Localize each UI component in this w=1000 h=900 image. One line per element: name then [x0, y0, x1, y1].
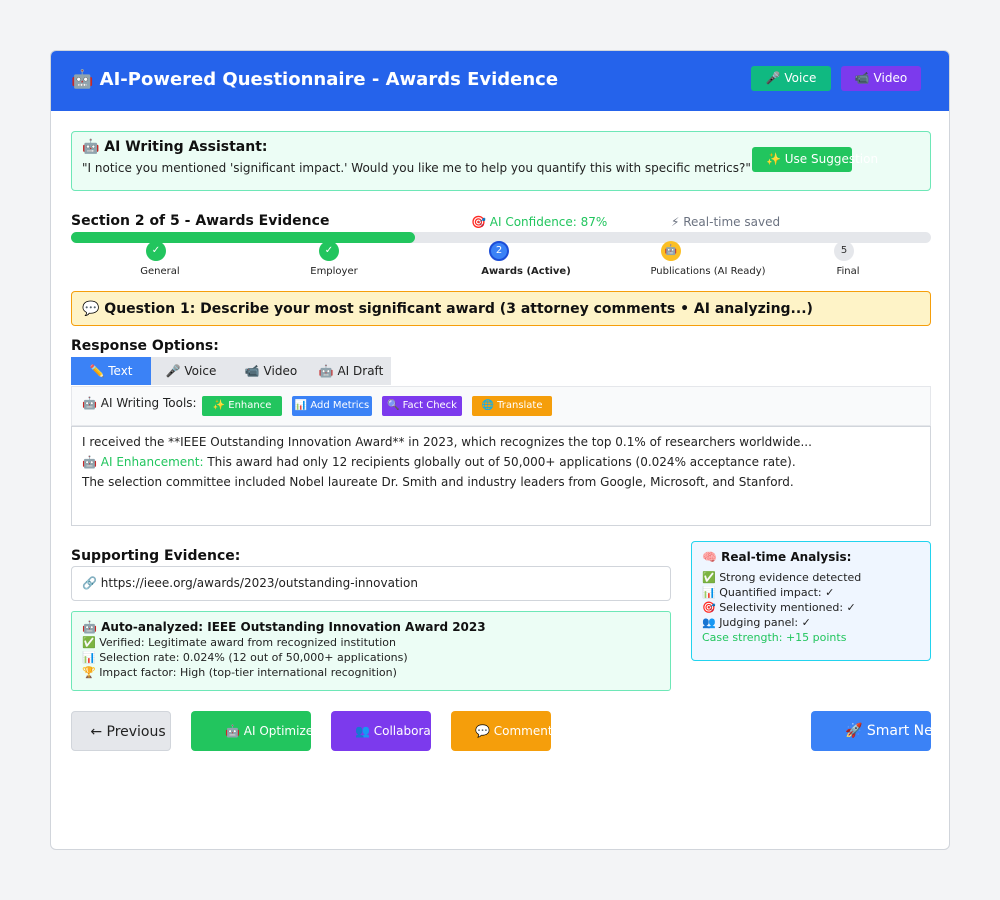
auto-analysis-title: 🤖 Auto-analyzed: IEEE Outstanding Innova… [82, 620, 486, 634]
collaborate-button[interactable]: 👥 Collaborate [331, 711, 431, 751]
step-publications-label: Publications (AI Ready) [650, 266, 766, 277]
step-general-marker[interactable]: ✓ [146, 241, 166, 261]
questionnaire-card: 🤖 AI-Powered Questionnaire - Awards Evid… [50, 50, 950, 850]
previous-button[interactable]: ← Previous [71, 711, 171, 751]
analysis-line: ✅ Strong evidence detected [702, 571, 862, 584]
step-employer-label: Employer [310, 266, 358, 277]
response-line-3: The selection committee included Nobel l… [82, 475, 794, 489]
step-awards-marker[interactable]: 2 [489, 241, 509, 261]
tab-voice[interactable]: 🎤 Voice [151, 357, 231, 385]
ai-confidence: 🎯 AI Confidence: 87% [471, 215, 608, 229]
voice-button[interactable]: 🎤 Voice [751, 66, 831, 91]
video-button[interactable]: 📹 Video [841, 66, 921, 91]
response-line-1: I received the **IEEE Outstanding Innova… [82, 435, 812, 449]
comments-button[interactable]: 💬 Comments [451, 711, 551, 751]
tab-video[interactable]: 📹 Video [231, 357, 311, 385]
assistant-title: 🤖 AI Writing Assistant: [82, 139, 268, 155]
translate-button[interactable]: 🌐 Translate [472, 396, 552, 416]
analysis-title: 🧠 Real-time Analysis: [702, 550, 852, 564]
auto-analysis-line: 🏆 Impact factor: High (top-tier internat… [82, 666, 397, 679]
page-title: 🤖 AI-Powered Questionnaire - Awards Evid… [71, 69, 559, 90]
ai-writing-assistant-panel: 🤖 AI Writing Assistant: "I notice you me… [71, 131, 931, 191]
analysis-line: 👥 Judging panel: ✓ [702, 616, 811, 629]
section-title: Section 2 of 5 - Awards Evidence [71, 213, 330, 229]
ai-optimize-button[interactable]: 🤖 AI Optimize [191, 711, 311, 751]
supporting-evidence-label: Supporting Evidence: [71, 548, 241, 564]
realtime-analysis-panel: 🧠 Real-time Analysis: ✅ Strong evidence … [691, 541, 931, 661]
auto-analysis-box: 🤖 Auto-analyzed: IEEE Outstanding Innova… [71, 611, 671, 691]
ai-writing-tools-bar: 🤖 AI Writing Tools: ✨ Enhance 📊 Add Metr… [71, 386, 931, 426]
step-awards-label: Awards (Active) [481, 266, 571, 277]
ai-enhancement-text: This award had only 12 recipients global… [207, 455, 796, 469]
response-line-2: 🤖 AI Enhancement: This award had only 12… [82, 455, 796, 469]
enhance-button[interactable]: ✨ Enhance [202, 396, 282, 416]
question-text: 💬 Question 1: Describe your most signifi… [82, 301, 813, 317]
add-metrics-button[interactable]: 📊 Add Metrics [292, 396, 372, 416]
auto-analysis-line: 📊 Selection rate: 0.024% (12 out of 50,0… [82, 651, 408, 664]
auto-analysis-line: ✅ Verified: Legitimate award from recogn… [82, 636, 396, 649]
use-suggestion-button[interactable]: ✨ Use Suggestion [752, 147, 878, 172]
analysis-line: 🎯 Selectivity mentioned: ✓ [702, 601, 856, 614]
analysis-line: 📊 Quantified impact: ✓ [702, 586, 835, 599]
step-employer-marker[interactable]: ✓ [319, 241, 339, 261]
tools-label: 🤖 AI Writing Tools: [82, 396, 197, 410]
case-strength: Case strength: +15 points [702, 631, 847, 644]
response-options-label: Response Options: [71, 338, 219, 354]
step-general-label: General [140, 266, 180, 277]
step-final-marker[interactable]: 5 [834, 241, 854, 261]
tab-ai-draft[interactable]: 🤖 AI Draft [311, 357, 391, 385]
fact-check-button[interactable]: 🔍 Fact Check [382, 396, 462, 416]
evidence-url-input[interactable]: 🔗 https://ieee.org/awards/2023/outstandi… [71, 566, 671, 601]
assistant-suggestion-text: "I notice you mentioned 'significant imp… [82, 161, 751, 175]
save-status: ⚡ Real-time saved [671, 215, 781, 229]
smart-next-button[interactable]: 🚀 Smart Next [811, 711, 931, 751]
robot-icon: 🤖 [82, 455, 97, 469]
response-editor[interactable]: I received the **IEEE Outstanding Innova… [71, 426, 931, 526]
header-bar: 🤖 AI-Powered Questionnaire - Awards Evid… [51, 51, 949, 111]
step-final-label: Final [836, 266, 860, 277]
step-publications-marker[interactable]: 🤖 [661, 241, 681, 261]
tab-text[interactable]: ✏️ Text [71, 357, 151, 385]
progress-fill [71, 232, 415, 243]
ai-enhancement-label: AI Enhancement: [100, 455, 204, 469]
question-banner: 💬 Question 1: Describe your most signifi… [71, 291, 931, 326]
